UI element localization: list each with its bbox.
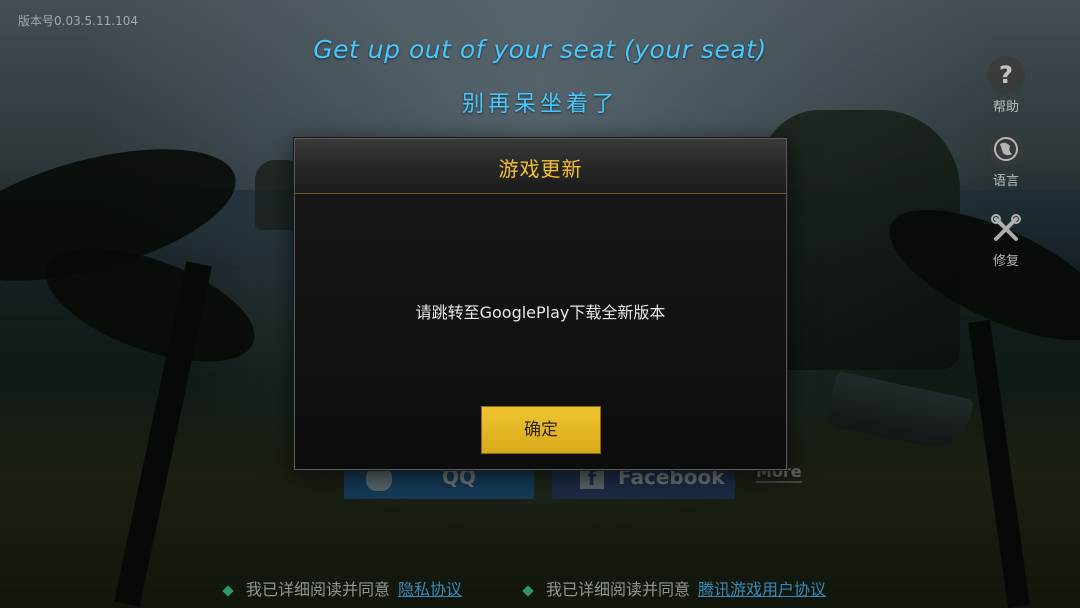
user-agreement-link[interactable]: 腾讯游戏用户协议 bbox=[698, 580, 826, 599]
user-agreement: 我已详细阅读并同意 腾讯游戏用户协议 bbox=[522, 576, 826, 600]
version-label: 版本号0.03.5.11.104 bbox=[18, 14, 138, 28]
dialog-title: 游戏更新 bbox=[498, 157, 583, 181]
agreement-text: 我已详细阅读并同意 bbox=[246, 580, 391, 599]
question-mark-icon: ? bbox=[987, 56, 1025, 94]
repair-label: 修复 bbox=[992, 254, 1019, 269]
agreement-text: 我已详细阅读并同意 bbox=[546, 580, 691, 599]
confirm-button[interactable]: 确定 bbox=[481, 406, 601, 454]
globe-icon bbox=[989, 132, 1023, 166]
language-button[interactable]: 语言 bbox=[976, 130, 1036, 189]
dialog-header: 游戏更新 bbox=[295, 139, 786, 194]
help-button[interactable]: ? 帮助 bbox=[976, 56, 1036, 115]
dialog-message: 请跳转至GooglePlay下载全新版本 bbox=[415, 303, 666, 322]
repair-button[interactable]: 修复 bbox=[976, 210, 1036, 269]
privacy-agreement: 我已详细阅读并同意 隐私协议 bbox=[222, 576, 462, 600]
wrench-icon bbox=[991, 214, 1021, 241]
agreement-checkbox[interactable] bbox=[522, 584, 534, 597]
update-dialog: 游戏更新 请跳转至GooglePlay下载全新版本 确定 bbox=[294, 138, 787, 470]
lyric-chinese: 别再呆坐着了 bbox=[461, 92, 618, 117]
privacy-policy-link[interactable]: 隐私协议 bbox=[398, 580, 462, 599]
help-label: 帮助 bbox=[992, 100, 1019, 115]
language-label: 语言 bbox=[992, 174, 1019, 189]
lyric-english: Get up out of your seat (your seat) bbox=[313, 35, 767, 64]
agreement-checkbox[interactable] bbox=[222, 584, 234, 597]
